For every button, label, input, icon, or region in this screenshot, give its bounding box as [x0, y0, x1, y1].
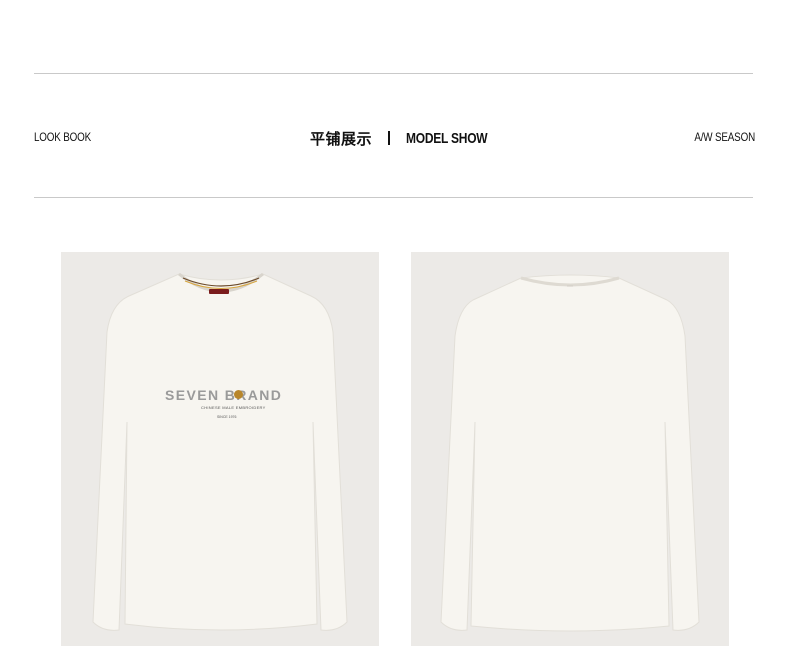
section-title-cn: 平铺展示 — [310, 130, 373, 148]
emblem-icon — [234, 390, 243, 399]
top-divider — [34, 73, 753, 74]
neck-label-tag — [209, 289, 229, 294]
section-header: LOOK BOOK 平铺展示 MODEL SHOW A/W SEASON — [34, 128, 755, 148]
product-photo-back[interactable] — [411, 252, 729, 646]
season-label: A/W SEASON — [694, 130, 755, 144]
tshirt-back-illustration — [440, 274, 700, 632]
section-title: 平铺展示 MODEL SHOW — [310, 128, 508, 148]
print-since-text: SINCE 1976 — [217, 415, 237, 419]
bottom-divider — [34, 197, 753, 198]
tshirt-front-illustration — [92, 272, 348, 631]
section-title-en: MODEL SHOW — [406, 129, 488, 147]
print-brand-text: SEVEN BRAND — [165, 387, 283, 403]
print-sub-text: CHINESE MALE EMBROIDERY — [201, 405, 266, 410]
look-book-label: LOOK BOOK — [34, 130, 92, 144]
product-photo-front[interactable]: SEVEN BRAND CHINESE MALE EMBROIDERY SINC… — [61, 252, 379, 646]
title-divider — [388, 131, 391, 145]
